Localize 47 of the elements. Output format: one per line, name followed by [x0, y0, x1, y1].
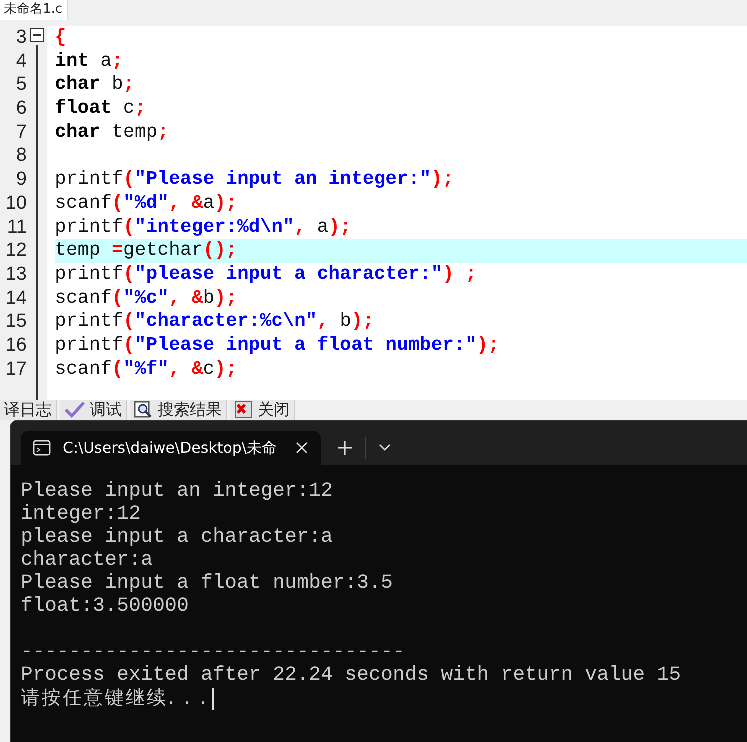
- code-line: scanf("%f", &c);: [55, 358, 238, 382]
- line-number: 3: [15, 26, 27, 50]
- console-output: Please input a float number:3.5: [21, 572, 394, 595]
- code-line: printf("Please input an integer:");: [55, 168, 456, 192]
- line-number: 11: [6, 216, 27, 240]
- line-number: 7: [15, 120, 27, 144]
- tab-title: C:\Users\daiwe\Desktop\未命: [63, 438, 278, 458]
- console-output: float:3.500000: [21, 595, 190, 618]
- text-cursor: [212, 688, 214, 710]
- code-line: printf("please input a character:") ;: [55, 262, 478, 287]
- line-number: 16: [4, 334, 27, 358]
- line-number: 4: [15, 50, 27, 74]
- new-tab-icon[interactable]: [337, 440, 353, 456]
- code-line: scanf("%d", &a);: [55, 192, 238, 216]
- console-output: integer:12: [21, 503, 142, 526]
- code-line: printf("integer:%d\n", a);: [55, 216, 352, 240]
- continue-prompt: 请按任意键继续. . .: [21, 687, 208, 710]
- line-number: 12: [4, 239, 27, 263]
- line-number: 14: [4, 286, 27, 310]
- line-number: 5: [15, 73, 27, 98]
- code-line: char b;: [55, 73, 136, 98]
- console-output: please input a character:a: [21, 526, 334, 549]
- line-number: 8: [15, 144, 27, 168]
- terminal-icon: [33, 440, 51, 456]
- line-number: 13: [4, 262, 27, 287]
- exit-message: Process exited after 22.24 seconds with return value 15: [21, 664, 682, 687]
- console-output: Please input an integer:12: [21, 480, 334, 503]
- code-line: char temp;: [55, 120, 170, 144]
- code-line: float c;: [55, 97, 148, 121]
- code-line: int a;: [55, 50, 124, 74]
- console-output: character:a: [21, 549, 154, 572]
- line-number: 17: [4, 358, 27, 382]
- file-tab[interactable]: 未命名1.c: [0, 0, 68, 20]
- code-line: scanf("%c", &b);: [55, 286, 238, 310]
- collapse-toggle[interactable]: [30, 28, 44, 42]
- check-icon: [64, 401, 86, 419]
- close-icon[interactable]: [295, 441, 309, 455]
- separator-line: --------------------------------: [21, 641, 406, 664]
- dropdown-icon[interactable]: [378, 443, 392, 453]
- code-line: printf("character:%c\n", b);: [55, 310, 376, 334]
- line-number: 10: [4, 192, 27, 216]
- line-number: 15: [4, 310, 27, 334]
- terminal-tab[interactable]: C:\Users\daiwe\Desktop\未命: [21, 431, 321, 465]
- code-line: printf("Please input a float number:");: [55, 334, 501, 358]
- line-number: 6: [15, 97, 27, 121]
- line-number: 9: [15, 168, 27, 192]
- code-line: {: [55, 26, 68, 50]
